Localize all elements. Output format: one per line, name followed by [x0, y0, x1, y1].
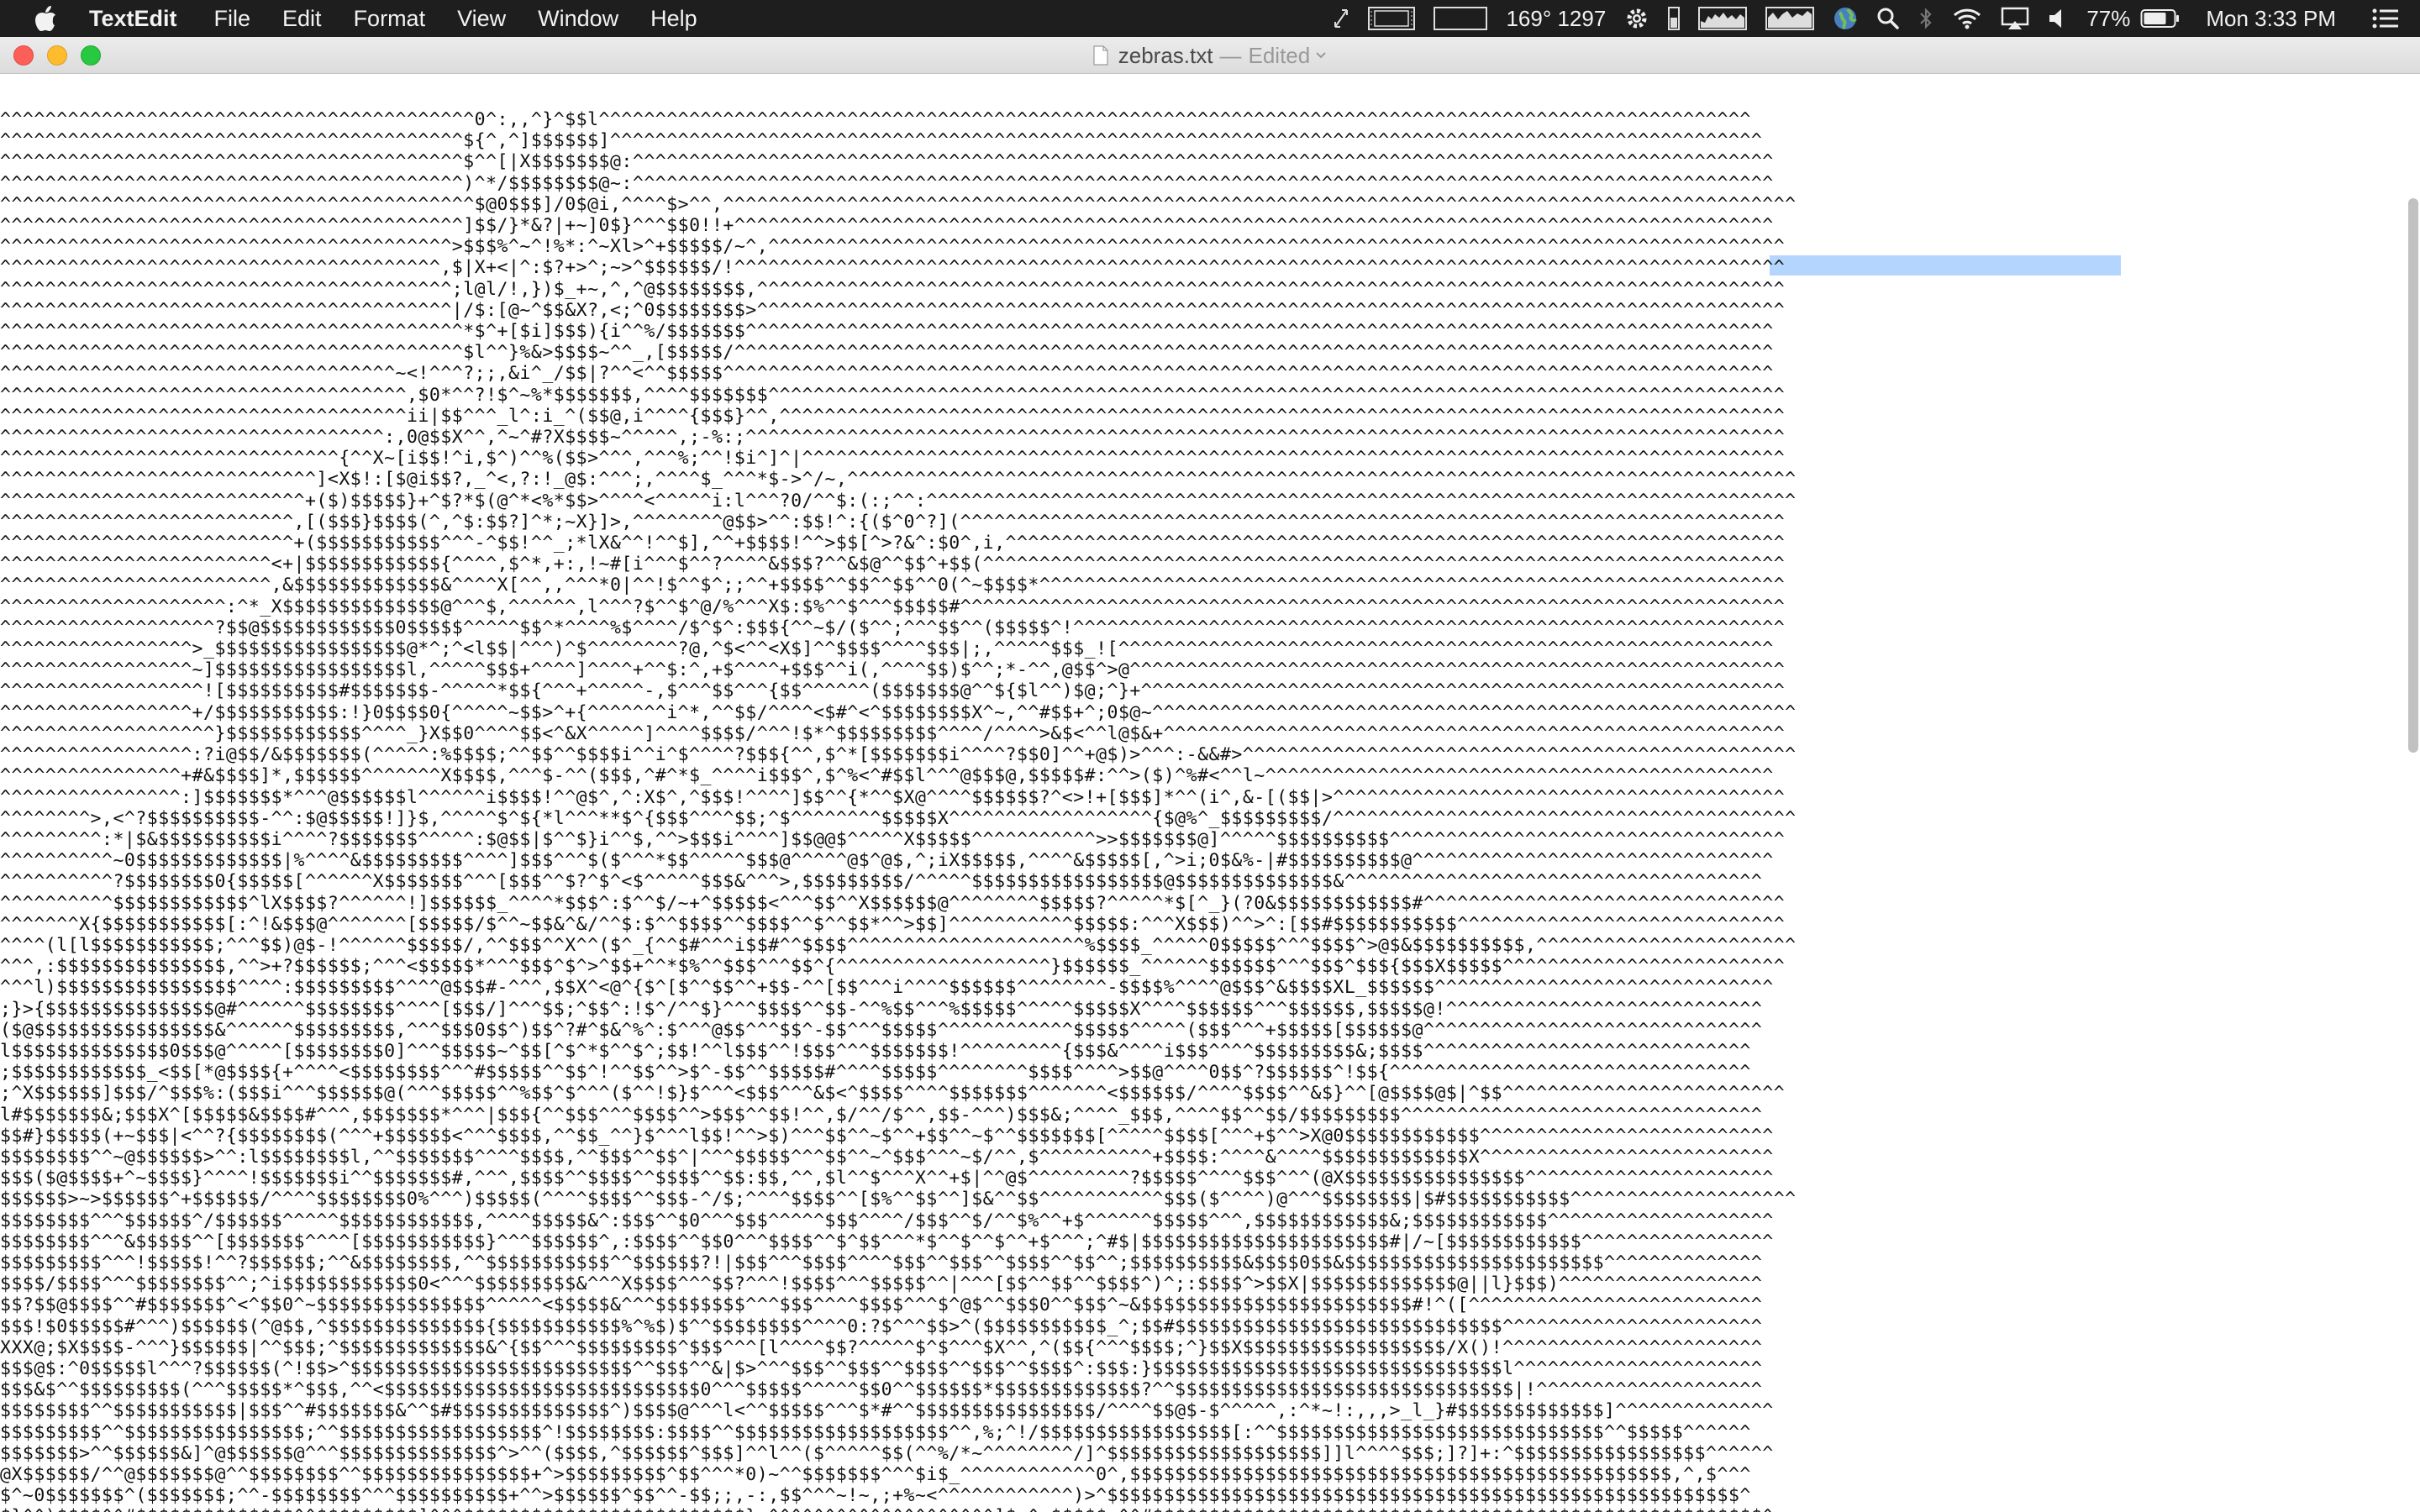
airplay-icon[interactable]	[2001, 6, 2029, 31]
menu-view[interactable]: View	[457, 6, 506, 32]
status-area: 169° 1297 77% Mon 3:33 PM	[1333, 0, 2420, 37]
gear-icon[interactable]	[1624, 6, 1649, 31]
search-icon[interactable]	[1876, 7, 1900, 30]
vertical-scrollbar[interactable]	[2408, 198, 2418, 753]
chevron-down-icon[interactable]	[1315, 51, 1327, 60]
menu-edit[interactable]: Edit	[282, 6, 322, 32]
document-icon	[1093, 45, 1108, 66]
textedit-window: zebras.txt — Edited ^^^^^^^^^^^^^^^^^^^^…	[0, 37, 2420, 1512]
volume-icon[interactable]	[2048, 7, 2068, 30]
menu-help[interactable]: Help	[650, 6, 697, 32]
window-filename: zebras.txt	[1118, 42, 1213, 68]
text-selection	[1770, 255, 2121, 276]
battery-percent[interactable]: 77%	[2086, 6, 2130, 32]
globe-icon[interactable]	[1833, 6, 1858, 31]
text-editor[interactable]: ^^^^^^^^^^^^^^^^^^^^^^^^^^^^^^^^^^^^^^^^…	[0, 74, 2420, 1512]
cpu-graph-icon[interactable]	[1698, 6, 1748, 31]
window-title[interactable]: zebras.txt — Edited	[0, 37, 2420, 74]
apple-menu-icon[interactable]	[32, 5, 59, 32]
title-separator: —	[1219, 42, 1242, 68]
menu-bar: TextEdit File Edit Format View Window He…	[0, 0, 2420, 37]
notification-center-icon[interactable]	[2371, 7, 2400, 30]
menu-format[interactable]: Format	[354, 6, 426, 32]
blank-window-icon[interactable]	[1434, 6, 1488, 31]
wifi-icon[interactable]	[1952, 7, 1982, 30]
network-graph-icon[interactable]	[1765, 6, 1815, 31]
clock[interactable]: Mon 3:33 PM	[2206, 6, 2336, 32]
edited-status: Edited	[1248, 42, 1311, 68]
document-text[interactable]: ^^^^^^^^^^^^^^^^^^^^^^^^^^^^^^^^^^^^^^^^…	[0, 109, 1797, 1512]
bluetooth-icon[interactable]	[1918, 6, 1933, 31]
screen-arrows-icon[interactable]	[1333, 7, 1349, 30]
menu-app-name[interactable]: TextEdit	[89, 6, 177, 32]
memory-bar-icon[interactable]	[1668, 6, 1681, 31]
battery-icon[interactable]	[2140, 8, 2181, 29]
menu-file[interactable]: File	[214, 6, 251, 32]
title-bar[interactable]: zebras.txt — Edited	[0, 37, 2420, 74]
readout-text[interactable]: 169° 1297	[1506, 6, 1606, 32]
menu-window[interactable]: Window	[538, 6, 618, 32]
film-strip-icon[interactable]	[1368, 6, 1416, 31]
